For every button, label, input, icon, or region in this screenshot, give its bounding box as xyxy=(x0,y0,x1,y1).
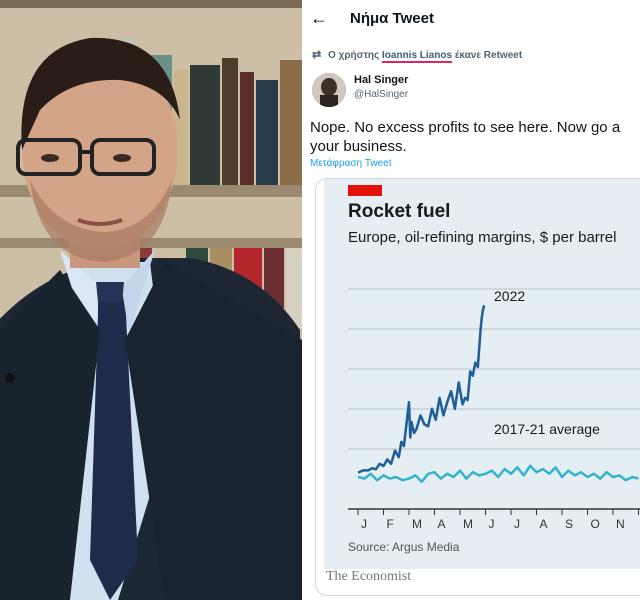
series-line-average xyxy=(357,464,639,484)
series-line-2022 xyxy=(357,305,486,474)
author-handle[interactable]: @HalSinger xyxy=(354,89,408,100)
economist-logo-text: The Economist xyxy=(326,569,412,584)
x-tick-label: J xyxy=(489,517,495,531)
annotation-2022: 2022 xyxy=(494,288,525,304)
thread-header: ← Νήμα Tweet xyxy=(302,0,640,38)
x-tick-label: S xyxy=(565,517,573,531)
person-photo xyxy=(0,0,302,600)
x-tick-label: O xyxy=(591,517,600,531)
retweet-icon: ⇄ xyxy=(312,49,322,61)
page-title: Νήμα Tweet xyxy=(350,10,434,27)
x-tick-label: J xyxy=(514,517,520,531)
retweet-suffix: έκανε Retweet xyxy=(454,50,523,61)
tweet-panel: ← Νήμα Tweet ⇄ Ο χρήστης Ioannis Lianos … xyxy=(302,0,640,600)
tweet-media-chart[interactable]: Rocket fuel Europe, oil-refining margins… xyxy=(315,178,640,596)
back-arrow-icon[interactable]: ← xyxy=(310,9,328,27)
x-tick-label: M xyxy=(463,517,473,531)
retweet-prefix: Ο χρήστης xyxy=(328,50,380,61)
author-name[interactable]: Hal Singer xyxy=(354,74,408,86)
chart-area: Rocket fuel Europe, oil-refining margins… xyxy=(324,179,640,569)
avatar-image xyxy=(312,73,346,107)
annotation-average: 2017-21 average xyxy=(494,421,600,437)
author-avatar[interactable] xyxy=(312,73,346,107)
x-tick-label: M xyxy=(412,517,422,531)
x-tick-label: A xyxy=(540,517,548,531)
tweet-text: Nope. No excess profits to see here. Now… xyxy=(310,119,621,155)
chart-source: Source: Argus Media xyxy=(348,540,460,554)
line-chart: JFMAMJJASOND20222017-21 average xyxy=(348,288,640,531)
x-tick-label: N xyxy=(616,517,625,531)
retweeter-name-link[interactable]: Ioannis Lianos xyxy=(382,50,453,63)
translate-tweet-link[interactable]: Μετάφραση Tweet xyxy=(310,158,392,169)
x-tick-label: J xyxy=(361,517,367,531)
retweet-context: ⇄ Ο χρήστης Ioannis Lianos έκανε Retweet xyxy=(312,48,523,63)
x-tick-label: F xyxy=(387,517,394,531)
x-tick-label: A xyxy=(438,517,446,531)
video-still xyxy=(0,0,302,600)
